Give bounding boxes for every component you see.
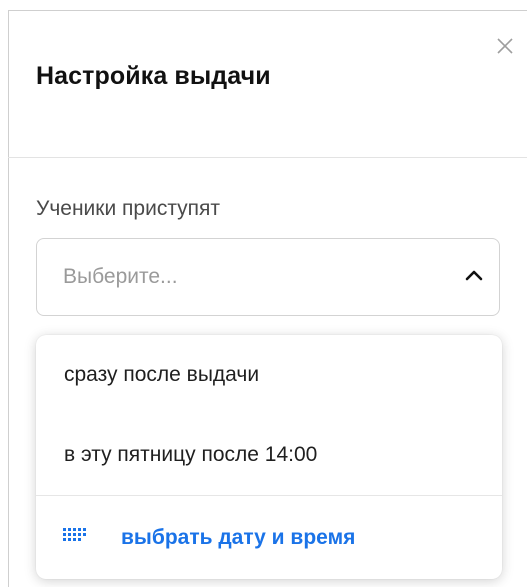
close-icon[interactable] — [495, 36, 515, 56]
start-field-label: Ученики приступят — [36, 197, 221, 220]
header-divider — [8, 157, 527, 158]
pick-date-time-label: выбрать дату и время — [121, 526, 356, 549]
start-select[interactable]: Выберите... — [36, 238, 500, 316]
option-label: сразу после выдачи — [64, 363, 260, 386]
select-placeholder: Выберите... — [63, 265, 178, 288]
start-dropdown-menu: сразу после выдачи в эту пятницу после 1… — [36, 335, 502, 579]
chevron-up-icon[interactable] — [463, 265, 485, 287]
dialog-title: Настройка выдачи — [36, 62, 271, 90]
pick-date-time-button[interactable]: выбрать дату и время — [36, 496, 502, 579]
option-label: в эту пятницу после 14:00 — [64, 443, 318, 466]
option-this-friday[interactable]: в эту пятницу после 14:00 — [36, 415, 502, 495]
calendar-grid-icon — [63, 528, 86, 541]
option-immediately[interactable]: сразу после выдачи — [36, 335, 502, 415]
